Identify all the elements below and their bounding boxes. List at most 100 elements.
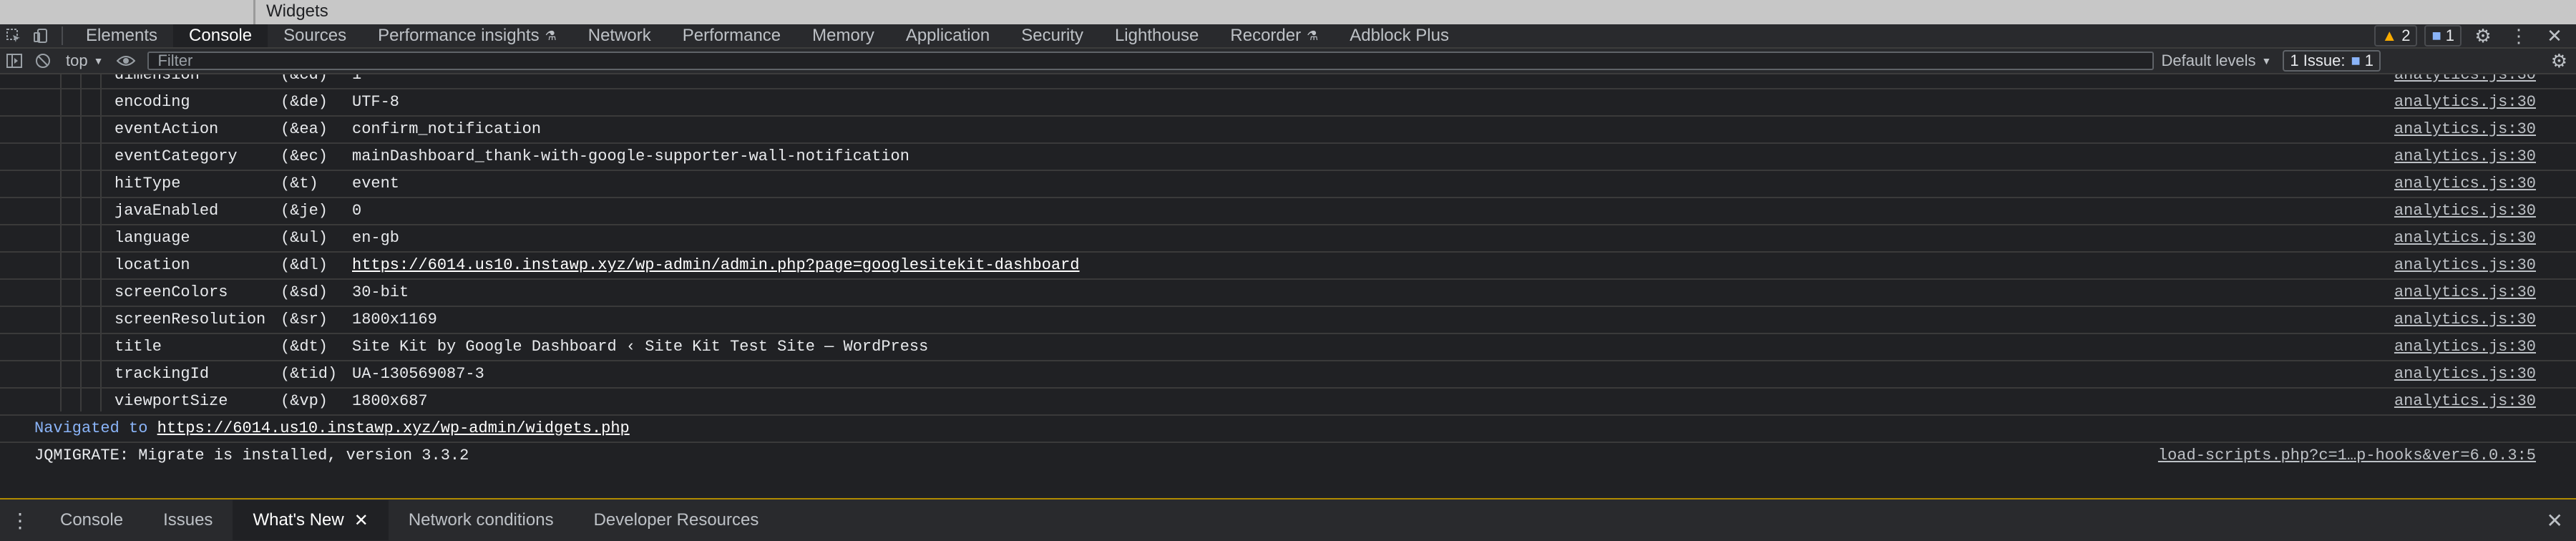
tab-lighthouse[interactable]: Lighthouse bbox=[1099, 24, 1214, 47]
field-param: (&de) bbox=[280, 92, 328, 111]
field-value: mainDashboard_thank-with-google-supporte… bbox=[352, 147, 909, 165]
field-name: trackingId bbox=[114, 364, 210, 383]
source-link[interactable]: analytics.js:30 bbox=[2394, 256, 2536, 274]
source-link[interactable]: analytics.js:30 bbox=[2394, 229, 2536, 247]
location-url-link[interactable]: https://6014.us10.instawp.xyz/wp-admin/a… bbox=[352, 256, 1080, 274]
page-heading: Widgets bbox=[266, 1, 328, 21]
source-link[interactable]: analytics.js:30 bbox=[2394, 338, 2536, 356]
tab-application[interactable]: Application bbox=[890, 24, 1005, 47]
navigation-message: Navigated to https://6014.us10.instawp.x… bbox=[0, 414, 2576, 443]
tab-performance[interactable]: Performance bbox=[667, 24, 796, 47]
tab-console[interactable]: Console bbox=[173, 24, 268, 47]
source-link[interactable]: analytics.js:30 bbox=[2394, 175, 2536, 192]
log-row: javaEnabled (&je) 0 analytics.js:30 bbox=[0, 197, 2576, 225]
sidebar-toggle-icon[interactable] bbox=[0, 49, 29, 73]
field-param: (&tid) bbox=[280, 364, 338, 383]
tab-sources[interactable]: Sources bbox=[268, 24, 362, 47]
drawer-tab-whats-new[interactable]: What's New ✕ bbox=[233, 500, 389, 540]
log-row: language (&ul) en-gb analytics.js:30 bbox=[0, 224, 2576, 253]
message-icon: ■ bbox=[2431, 26, 2441, 44]
drawer-menu-icon[interactable]: ⋮ bbox=[0, 509, 40, 532]
source-link[interactable]: analytics.js:30 bbox=[2394, 93, 2536, 111]
issues-button[interactable]: 1 Issue: ■ 1 bbox=[2283, 50, 2381, 72]
inspect-element-icon[interactable] bbox=[0, 24, 27, 47]
tab-label: Console bbox=[60, 510, 124, 530]
tab-network[interactable]: Network bbox=[572, 24, 667, 47]
source-link[interactable]: analytics.js:30 bbox=[2394, 202, 2536, 220]
close-drawer-icon[interactable]: ✕ bbox=[2547, 509, 2563, 532]
field-name: screenColors bbox=[114, 283, 228, 301]
source-link[interactable]: analytics.js:30 bbox=[2394, 311, 2536, 328]
issue-message-icon: ■ bbox=[2351, 52, 2361, 69]
tab-label: Lighthouse bbox=[1114, 26, 1199, 45]
tab-label: Network bbox=[587, 26, 651, 45]
devtools-drawer: ⋮ Console Issues What's New ✕ Network co… bbox=[0, 498, 2576, 541]
source-link[interactable]: analytics.js:30 bbox=[2394, 74, 2536, 84]
navigated-url-link[interactable]: https://6014.us10.instawp.xyz/wp-admin/w… bbox=[157, 419, 630, 437]
console-settings-gear-icon[interactable]: ⚙ bbox=[2551, 49, 2567, 73]
tab-label: Adblock Plus bbox=[1350, 26, 1449, 45]
field-name: eventAction bbox=[114, 120, 219, 138]
live-expression-eye-icon[interactable] bbox=[112, 49, 140, 73]
field-name: location bbox=[114, 255, 190, 274]
drawer-tab-network-conditions[interactable]: Network conditions bbox=[389, 500, 574, 540]
tab-memory[interactable]: Memory bbox=[796, 24, 890, 47]
filter-input[interactable] bbox=[156, 51, 2153, 71]
field-param: (&dt) bbox=[280, 337, 328, 356]
device-toolbar-icon[interactable] bbox=[27, 24, 54, 47]
navigated-prefix: Navigated to bbox=[34, 419, 148, 437]
filter-field[interactable] bbox=[147, 51, 2155, 71]
warnings-count: 2 bbox=[2401, 26, 2411, 44]
field-param: (&ul) bbox=[280, 228, 328, 247]
field-value: Site Kit by Google Dashboard ‹ Site Kit … bbox=[352, 337, 929, 356]
field-param: (&sr) bbox=[280, 310, 328, 328]
close-devtools-icon[interactable]: ✕ bbox=[2540, 24, 2569, 47]
source-link[interactable]: analytics.js:30 bbox=[2394, 147, 2536, 165]
log-row: screenColors (&sd) 30-bit analytics.js:3… bbox=[0, 278, 2576, 307]
field-param: (&cd) bbox=[280, 74, 328, 84]
log-levels-label: Default levels bbox=[2161, 52, 2256, 69]
field-value: 1 bbox=[352, 74, 362, 84]
source-link[interactable]: analytics.js:30 bbox=[2394, 392, 2536, 410]
experiment-flask-icon: ⚗ bbox=[545, 28, 557, 43]
tab-label: Application bbox=[905, 26, 990, 45]
tab-label: Performance insights bbox=[378, 26, 540, 45]
drawer-tab-developer-resources[interactable]: Developer Resources bbox=[574, 500, 779, 540]
tab-adblock-plus[interactable]: Adblock Plus bbox=[1334, 24, 1465, 47]
tab-label: Issues bbox=[163, 510, 213, 530]
log-row: eventCategory (&ec) mainDashboard_thank-… bbox=[0, 142, 2576, 171]
log-row: screenResolution (&sr) 1800x1169 analyti… bbox=[0, 306, 2576, 334]
tab-label: Memory bbox=[812, 26, 874, 45]
field-param: (&vp) bbox=[280, 391, 328, 410]
tab-security[interactable]: Security bbox=[1005, 24, 1099, 47]
tab-performance-insights[interactable]: Performance insights ⚗ bbox=[362, 24, 572, 47]
field-param: (&sd) bbox=[280, 283, 328, 301]
context-selector[interactable]: top ▼ bbox=[57, 52, 112, 70]
warnings-badge[interactable]: ▲ 2 bbox=[2374, 25, 2418, 47]
messages-badge[interactable]: ■ 1 bbox=[2424, 25, 2462, 47]
source-link[interactable]: analytics.js:30 bbox=[2394, 283, 2536, 301]
log-row: encoding (&de) UTF-8 analytics.js:30 bbox=[0, 88, 2576, 117]
field-name: javaEnabled bbox=[114, 201, 219, 220]
source-link[interactable]: analytics.js:30 bbox=[2394, 120, 2536, 138]
experiment-flask-icon: ⚗ bbox=[1307, 28, 1319, 43]
close-tab-icon[interactable]: ✕ bbox=[354, 510, 369, 531]
tab-recorder[interactable]: Recorder ⚗ bbox=[1214, 24, 1334, 47]
clear-console-icon[interactable] bbox=[29, 49, 57, 73]
field-param: (&ec) bbox=[280, 147, 328, 165]
field-param: (&t) bbox=[280, 174, 318, 192]
tab-elements[interactable]: Elements bbox=[70, 24, 173, 47]
toolbar-divider bbox=[62, 26, 63, 45]
navigated-text: Navigated to https://6014.us10.instawp.x… bbox=[34, 419, 630, 437]
settings-gear-icon[interactable]: ⚙ bbox=[2469, 24, 2497, 47]
source-link[interactable]: load-scripts.php?c=1…p-hooks&ver=6.0.3:5 bbox=[2158, 447, 2536, 464]
drawer-tab-issues[interactable]: Issues bbox=[143, 500, 233, 540]
log-levels-dropdown[interactable]: Default levels ▼ bbox=[2161, 52, 2271, 70]
field-value: 30-bit bbox=[352, 283, 409, 301]
drawer-tab-console[interactable]: Console bbox=[40, 500, 143, 540]
more-options-icon[interactable]: ⋮ bbox=[2504, 24, 2533, 47]
field-name: hitType bbox=[114, 174, 181, 192]
log-row: location (&dl) https://6014.us10.instawp… bbox=[0, 251, 2576, 280]
field-value: 1800x687 bbox=[352, 391, 428, 410]
source-link[interactable]: analytics.js:30 bbox=[2394, 365, 2536, 383]
